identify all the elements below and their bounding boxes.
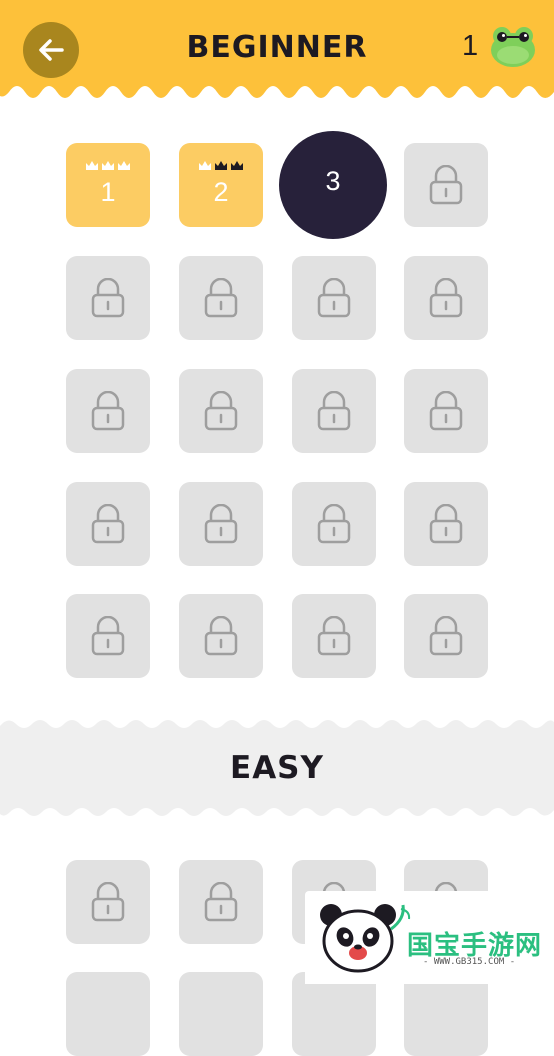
level-tile-locked[interactable] — [292, 482, 376, 566]
level-tile-locked[interactable] — [179, 860, 263, 944]
lock-icon — [204, 278, 238, 318]
frog-count: 1 — [462, 30, 479, 62]
lock-icon — [91, 882, 125, 922]
level-tile-1[interactable]: 1 — [66, 143, 150, 227]
crown-empty-icon — [231, 161, 243, 170]
level-tile-locked[interactable] — [404, 482, 488, 566]
level-tile-locked[interactable] — [66, 369, 150, 453]
crown-earned-icon — [86, 161, 98, 170]
lock-icon — [317, 616, 351, 656]
crown-rating — [66, 156, 150, 175]
lock-icon — [429, 391, 463, 431]
level-tile-locked[interactable] — [292, 972, 376, 1056]
watermark-url: - WWW.GB315.COM - — [423, 957, 516, 967]
lock-icon — [204, 882, 238, 922]
level-tile-locked[interactable] — [404, 369, 488, 453]
lock-icon — [317, 391, 351, 431]
level-tile-locked[interactable] — [66, 972, 150, 1056]
lock-icon — [429, 278, 463, 318]
level-tile-locked[interactable] — [404, 972, 488, 1056]
lock-icon — [429, 165, 463, 205]
lock-icon — [429, 504, 463, 544]
crown-rating — [179, 156, 263, 175]
level-tile-2[interactable]: 2 — [179, 143, 263, 227]
level-tile-locked[interactable] — [179, 256, 263, 340]
header-bar: BEGINNER 1 — [0, 0, 554, 104]
level-tile-locked[interactable] — [179, 972, 263, 1056]
lock-icon — [317, 504, 351, 544]
level-number: 1 — [100, 177, 116, 207]
level-tile-locked[interactable] — [66, 256, 150, 340]
panda-logo-icon — [320, 904, 411, 973]
level-tile-locked[interactable] — [292, 594, 376, 678]
level-tile-locked[interactable] — [179, 369, 263, 453]
crown-earned-icon — [199, 161, 211, 170]
lock-icon — [204, 616, 238, 656]
level-tile-locked[interactable] — [66, 594, 150, 678]
level-tile-3-current[interactable]: 3 — [279, 131, 387, 239]
level-tile-locked[interactable] — [404, 256, 488, 340]
level-tile-locked[interactable] — [292, 256, 376, 340]
watermark: 国宝手游网 - WWW.GB315.COM - — [305, 891, 554, 984]
lock-icon — [429, 616, 463, 656]
level-number: 2 — [213, 177, 229, 207]
lock-icon — [91, 278, 125, 318]
lock-icon — [204, 504, 238, 544]
level-tile-locked[interactable] — [179, 482, 263, 566]
level-tile-locked[interactable] — [292, 369, 376, 453]
level-tile-locked[interactable] — [66, 482, 150, 566]
lock-icon — [91, 616, 125, 656]
lock-icon — [317, 278, 351, 318]
level-number: 3 — [325, 166, 341, 196]
crown-empty-icon — [215, 161, 227, 170]
level-tile-locked[interactable] — [66, 860, 150, 944]
level-tile-locked[interactable] — [404, 143, 488, 227]
crown-earned-icon — [102, 161, 114, 170]
level-tile-locked[interactable] — [179, 594, 263, 678]
frog-icon — [491, 27, 535, 67]
lock-icon — [204, 391, 238, 431]
lock-icon — [91, 504, 125, 544]
crown-earned-icon — [118, 161, 130, 170]
lock-icon — [91, 391, 125, 431]
section-title-easy: EASY — [230, 750, 324, 786]
level-tile-locked[interactable] — [404, 594, 488, 678]
